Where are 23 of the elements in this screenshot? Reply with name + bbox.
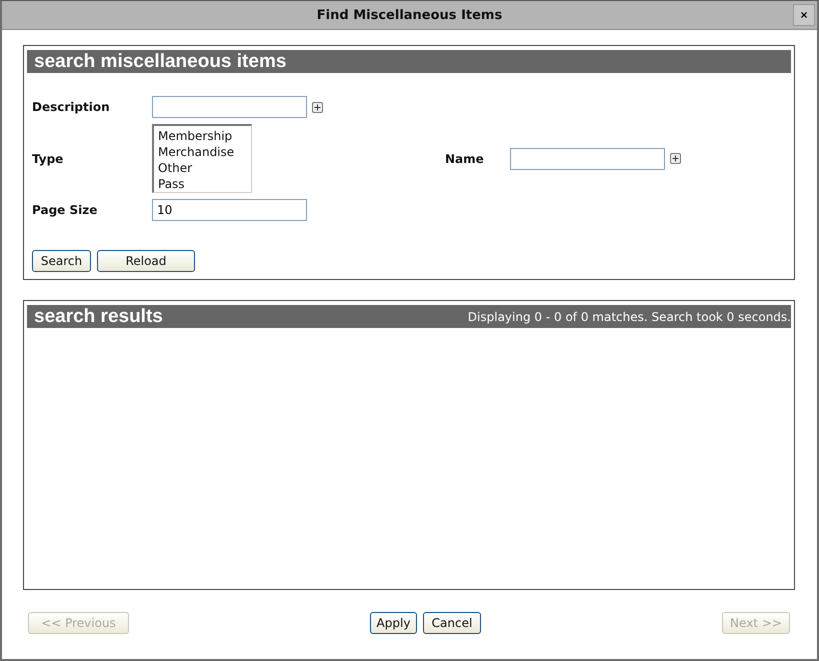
panel-heading: search miscellaneous items [34,50,286,72]
description-field[interactable] [152,96,307,118]
list-option[interactable]: Merchandise [156,144,249,160]
field-label: Description [32,100,111,114]
panel-heading: search results [34,306,163,328]
expand-icon[interactable] [312,102,323,112]
field-label: Page Size [32,203,98,217]
expand-icon[interactable] [670,153,681,164]
field-label: Name [445,152,485,166]
name-field[interactable] [510,148,665,170]
close-button[interactable]: × [793,4,815,26]
cancel-button[interactable]: Cancel [423,612,481,634]
page-size-field[interactable]: 10 [152,199,307,221]
field-label: Type [32,152,64,166]
window-title: Find Miscellaneous Items [316,8,502,22]
search-button[interactable]: Search [32,250,91,272]
list-option[interactable]: Other [156,160,249,176]
list-option[interactable]: Pass [156,176,249,192]
list-option[interactable]: Membership [156,128,249,144]
reload-button[interactable]: Reload [97,250,195,272]
results-status: Displaying 0 - 0 of 0 matches. Search took 0 seconds. [468,310,791,324]
apply-button[interactable]: Apply [370,612,417,634]
type-listbox[interactable]: Membership Merchandise Other Pass [152,124,252,193]
